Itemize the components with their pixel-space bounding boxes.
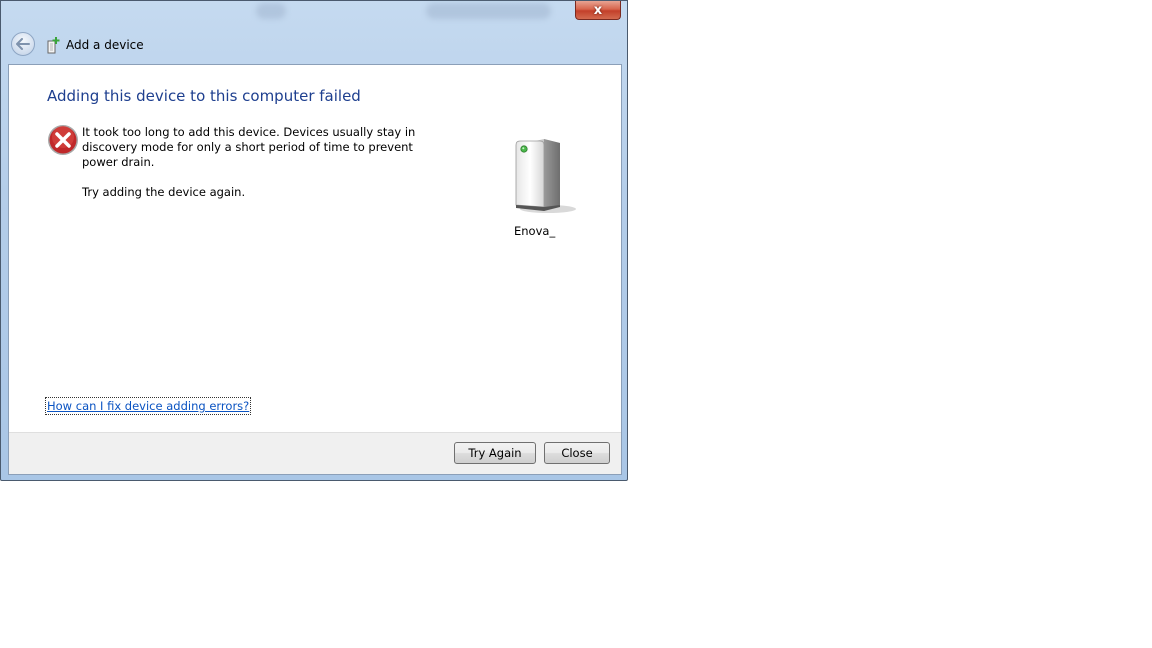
error-message: It took too long to add this device. Dev… [82,125,416,169]
window-close-button[interactable]: x [575,1,621,20]
blurred-title-fragment [426,3,551,19]
try-again-button[interactable]: Try Again [454,442,536,464]
title-bar: x Add a device [1,1,627,65]
add-device-icon [47,37,60,54]
help-link[interactable]: How can I fix device adding errors? [44,397,252,415]
back-arrow-icon [16,38,30,50]
blurred-title-fragment [256,3,286,19]
button-bar: Try Again Close [9,432,621,474]
page-title: Adding this device to this computer fail… [47,87,361,105]
add-device-window: x Add a device Adding this device to thi… [0,0,628,481]
storage-device-icon [515,139,576,213]
device-name: Enova_ [514,224,556,238]
error-icon [48,125,78,155]
retry-instruction: Try adding the device again. [82,185,246,199]
window-title: Add a device [66,38,144,52]
content-panel: Adding this device to this computer fail… [8,64,622,475]
back-button[interactable] [11,32,35,56]
close-button[interactable]: Close [544,442,610,464]
close-icon: x [593,2,603,18]
